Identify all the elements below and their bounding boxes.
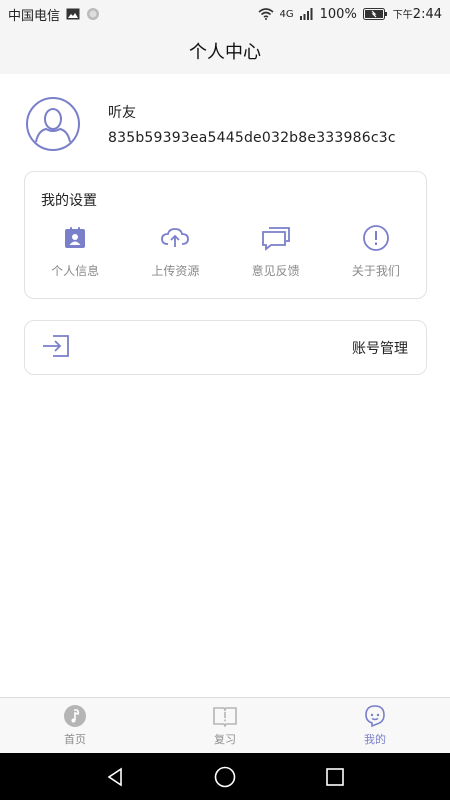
settings-item-about[interactable]: 关于我们 [326,224,426,279]
user-id: 835b59393ea5445de032b8e333986c3c [108,130,396,146]
carrier-name: 中国电信 [8,8,61,24]
settings-item-label: 意见反馈 [251,264,300,278]
tab-review[interactable]: 复习 [150,698,300,753]
account-management-button[interactable]: 账号管理 [24,320,427,375]
status-bar: 中国电信 4G 100% 下午2:44 [0,0,450,28]
recents-square-icon [326,767,344,786]
settings-item-profile-info[interactable]: 个人信息 [25,224,125,279]
book-icon [212,704,238,728]
tab-home[interactable]: 首页 [0,698,150,753]
settings-title: 我的设置 [41,193,97,209]
header: 个人中心 [0,28,450,74]
settings-item-label: 个人信息 [51,264,100,278]
settings-item-feedback[interactable]: 意见反馈 [226,224,326,279]
login-icon [41,333,71,363]
battery-percent: 100% [319,6,357,22]
bottom-tab-bar: 首页 复习 我的 [0,697,450,753]
id-card-icon [63,224,87,252]
settings-item-label: 关于我们 [351,264,400,278]
tab-label: 首页 [64,733,86,746]
time-prefix: 下午 [392,10,413,21]
user-avatar-icon [26,97,80,151]
system-navigation-bar [0,753,450,800]
tab-label: 复习 [214,733,236,746]
music-note-icon [63,704,87,728]
image-notification-icon [66,8,80,20]
user-face-icon [363,704,387,728]
network-type: 4G [279,8,294,20]
page-title: 个人中心 [189,42,261,63]
wifi-icon [257,8,274,20]
username: 听友 [108,105,136,121]
cloud-upload-icon [160,224,190,252]
home-circle-icon [214,766,236,787]
settings-item-upload[interactable]: 上传资源 [125,224,225,279]
back-button[interactable] [100,762,130,792]
tab-mine[interactable]: 我的 [300,698,450,753]
back-triangle-icon [107,767,122,786]
chat-bubbles-icon [260,224,292,252]
home-button[interactable] [210,762,240,792]
tab-label: 我的 [364,733,386,746]
app-notification-icon [86,7,100,21]
settings-card: 我的设置 个人信息 上传资源 意见反馈 关于我们 [24,171,427,299]
recents-button[interactable] [320,762,350,792]
status-right: 4G 100% 下午2:44 [257,6,442,22]
avatar[interactable] [24,97,82,151]
profile-section[interactable]: 听友 835b59393ea5445de032b8e333986c3c [24,97,426,151]
signal-icon [299,8,314,20]
info-circle-icon [362,224,390,252]
battery-icon [362,8,387,20]
account-management-label: 账号管理 [352,340,408,357]
profile-text: 听友 835b59393ea5445de032b8e333986c3c [108,102,396,146]
settings-grid: 个人信息 上传资源 意见反馈 关于我们 [25,224,426,279]
status-left: 中国电信 [8,5,100,24]
settings-item-label: 上传资源 [151,264,200,278]
clock: 2:44 [412,7,442,22]
